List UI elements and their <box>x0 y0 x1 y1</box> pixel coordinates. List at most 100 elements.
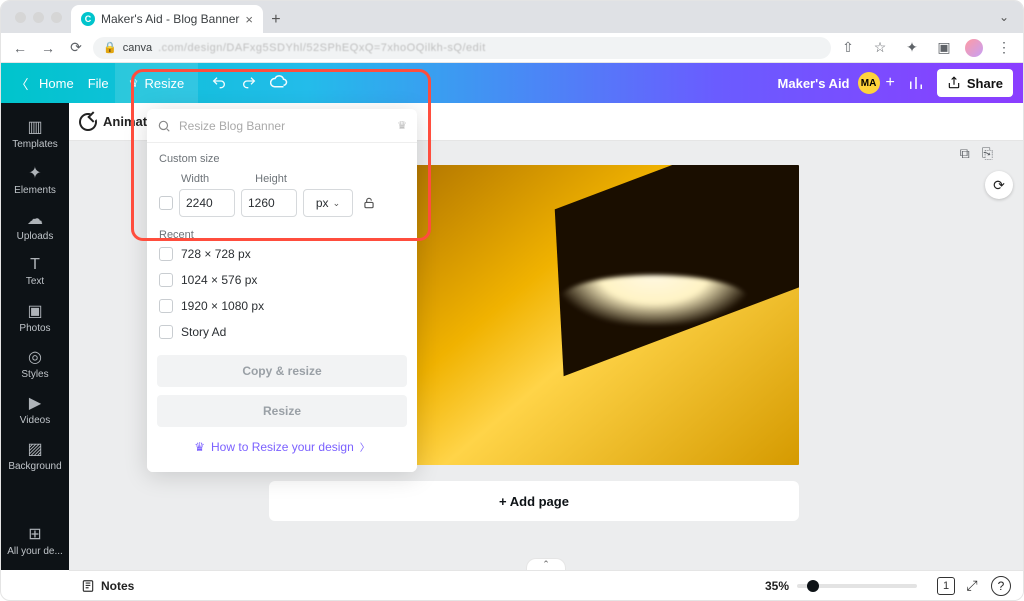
share-button[interactable]: Share <box>937 69 1013 97</box>
sidebar-item-elements[interactable]: ✦ Elements <box>1 157 69 201</box>
page-drawer-handle[interactable]: ⌃ <box>526 558 566 570</box>
sidebar-item-photos[interactable]: ▣Photos <box>1 295 69 339</box>
redo-icon[interactable] <box>234 75 264 91</box>
bottom-bar: Notes 35% 1 ⤢ ? <box>69 570 1023 600</box>
chevron-down-icon: ⌄ <box>333 198 341 209</box>
animate-icon <box>79 113 97 131</box>
undo-icon[interactable] <box>204 75 234 91</box>
checkbox[interactable] <box>159 273 173 287</box>
notes-button[interactable]: Notes <box>101 579 134 593</box>
apps-icon: ⊞ <box>28 524 41 544</box>
resize-menu-button[interactable]: ♛ Resize <box>115 63 199 103</box>
sidebar-item-label: Videos <box>20 415 50 426</box>
sidebar-item-label: All your de... <box>7 546 63 557</box>
recent-size-item[interactable]: Story Ad <box>159 319 405 345</box>
sidebar-item-text[interactable]: T Text <box>1 249 69 293</box>
editor-back-icon[interactable]: 〈 <box>11 74 33 93</box>
templates-icon: ▥ <box>27 117 42 137</box>
home-button[interactable]: Home <box>39 76 74 91</box>
copy-resize-button[interactable]: Copy & resize <box>157 355 407 387</box>
share-url-icon[interactable]: ⇧ <box>837 37 859 59</box>
unit-select[interactable]: px ⌄ <box>303 189 353 217</box>
recent-size-label: 728 × 728 px <box>181 247 251 261</box>
tabs-overflow-icon[interactable]: ⌄ <box>999 10 1009 24</box>
nav-back-icon[interactable]: ← <box>9 37 31 59</box>
reset-view-button[interactable]: ⟳ <box>985 171 1013 199</box>
add-page-icon[interactable]: ⎘ <box>982 145 993 162</box>
recent-size-item[interactable]: 728 × 728 px <box>159 241 405 267</box>
light-graphic <box>559 275 749 325</box>
sidebar-item-styles[interactable]: ◎Styles <box>1 341 69 385</box>
star-icon[interactable]: ☆ <box>869 37 891 59</box>
traffic-max[interactable] <box>51 12 62 23</box>
notes-icon <box>81 579 95 593</box>
recent-size-item[interactable]: 1024 × 576 px <box>159 267 405 293</box>
resize-help-link[interactable]: ♛ How to Resize your design 〉 <box>157 435 407 462</box>
height-input[interactable]: 1260 <box>241 189 297 217</box>
add-collaborator-icon[interactable]: + <box>886 74 895 92</box>
sidebar-item-label: Text <box>26 276 44 287</box>
page-count-badge[interactable]: 1 <box>937 577 955 595</box>
uploads-icon: ☁ <box>27 209 43 229</box>
checkbox[interactable] <box>159 325 173 339</box>
sidebar-item-label: Uploads <box>17 231 54 242</box>
canvas-quick-actions: ⧉ ⎘ <box>960 145 993 162</box>
kebab-menu-icon[interactable]: ⋮ <box>993 37 1015 59</box>
extension-btn-icon[interactable]: ▣ <box>933 37 955 59</box>
search-icon <box>157 119 171 133</box>
browser-address-bar: ← → ⟳ 🔒 canva.com/design/DAFxg5SDYhl/52S… <box>1 33 1023 63</box>
tab-close-icon[interactable]: × <box>245 12 253 27</box>
crown-icon: ♛ <box>129 77 139 90</box>
resize-button[interactable]: Resize <box>157 395 407 427</box>
text-icon: T <box>30 256 40 274</box>
extension-puzzle-icon[interactable]: ✦ <box>901 37 923 59</box>
omnibox[interactable]: 🔒 canva.com/design/DAFxg5SDYhl/52SPhEQxQ… <box>93 37 831 59</box>
resize-search[interactable]: ♛ <box>147 109 417 143</box>
crown-icon: ♛ <box>194 440 205 454</box>
lock-icon: 🔒 <box>103 41 117 54</box>
traffic-min[interactable] <box>33 12 44 23</box>
editor-top-bar: 〈 Home File ♛ Resize Maker's Aid MA + Sh… <box>1 63 1023 103</box>
sidebar-item-background[interactable]: ▨ Background <box>1 433 69 477</box>
width-input[interactable]: 2240 <box>179 189 235 217</box>
traffic-close[interactable] <box>15 12 26 23</box>
help-icon[interactable]: ? <box>991 576 1011 596</box>
recent-size-item[interactable]: 1920 × 1080 px <box>159 293 405 319</box>
duplicate-page-icon[interactable]: ⧉ <box>960 145 970 162</box>
sidebar-item-label: Styles <box>21 369 48 380</box>
height-label: Height <box>255 173 287 185</box>
resize-search-input[interactable] <box>179 119 389 133</box>
select-size-checkbox[interactable] <box>159 196 173 210</box>
cloud-sync-icon[interactable] <box>264 74 294 92</box>
profile-avatar[interactable] <box>965 39 983 57</box>
chevron-right-icon: 〉 <box>360 439 370 454</box>
new-tab-button[interactable]: + <box>263 7 289 33</box>
lock-aspect-icon[interactable] <box>359 196 379 210</box>
fullscreen-icon[interactable]: ⤢ <box>961 577 983 594</box>
browser-tab[interactable]: C Maker's Aid - Blog Banner × <box>71 5 263 33</box>
elements-icon: ✦ <box>28 163 41 183</box>
sidebar-item-templates[interactable]: ▥Templates <box>1 111 69 155</box>
recent-size-label: 1920 × 1080 px <box>181 299 264 313</box>
analytics-icon[interactable] <box>907 74 925 92</box>
sidebar-item-label: Background <box>8 461 61 472</box>
custom-size-label: Custom size <box>159 153 405 165</box>
project-name[interactable]: Maker's Aid <box>778 76 850 91</box>
account-avatar[interactable]: MA <box>858 72 880 94</box>
nav-reload-icon[interactable]: ⟳ <box>65 37 87 59</box>
checkbox[interactable] <box>159 299 173 313</box>
zoom-slider[interactable] <box>797 584 917 588</box>
sidebar-item-all-designs[interactable]: ⊞ All your de... <box>1 518 69 562</box>
lamp-graphic <box>555 165 799 376</box>
zoom-slider-thumb[interactable] <box>807 580 819 592</box>
sidebar-item-label: Elements <box>14 185 56 196</box>
sidebar-item-videos[interactable]: ▶Videos <box>1 387 69 431</box>
nav-forward-icon[interactable]: → <box>37 37 59 59</box>
file-menu-button[interactable]: File <box>88 76 109 91</box>
sidebar-item-uploads[interactable]: ☁ Uploads <box>1 203 69 247</box>
background-icon: ▨ <box>27 439 42 459</box>
width-label: Width <box>181 173 209 185</box>
zoom-value[interactable]: 35% <box>765 579 789 593</box>
add-page-button[interactable]: + Add page <box>269 481 799 521</box>
checkbox[interactable] <box>159 247 173 261</box>
